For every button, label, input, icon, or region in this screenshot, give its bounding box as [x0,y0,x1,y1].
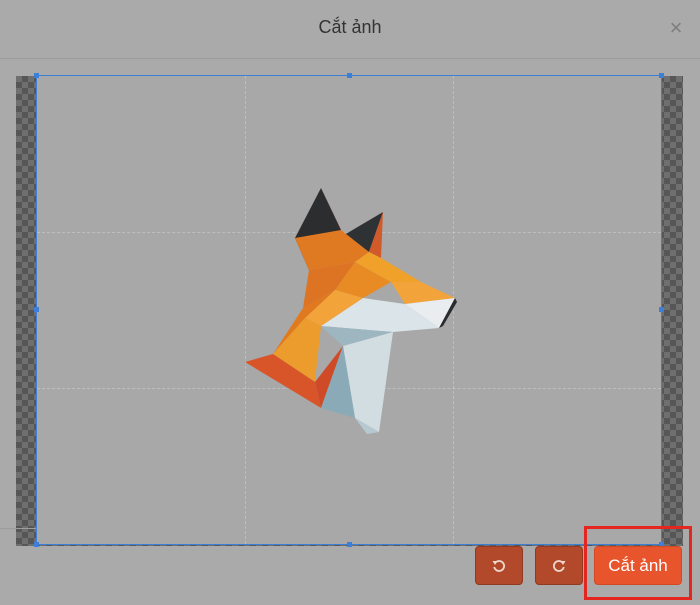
rotate-right-button[interactable] [535,546,583,585]
rotate-left-icon [492,559,505,572]
fox-image [245,188,457,434]
crop-handle-top-right[interactable] [659,73,664,78]
crop-handle-bottom-left[interactable] [34,542,39,547]
crop-handle-left[interactable] [34,307,39,312]
rotate-left-button[interactable] [475,546,523,585]
crop-handle-top-left[interactable] [34,73,39,78]
close-icon[interactable]: × [666,14,686,42]
modal-header: Cắt ảnh × [0,0,700,59]
crop-handle-right[interactable] [659,307,664,312]
crop-handle-bottom[interactable] [347,542,352,547]
rotate-right-icon [553,559,566,572]
modal-footer-divider [0,528,36,529]
modal-title: Cắt ảnh [318,17,382,37]
crop-button-highlight [584,526,692,600]
crop-modal: Cắt ảnh × Cắt ảnh [0,0,700,605]
crop-handle-top[interactable] [347,73,352,78]
